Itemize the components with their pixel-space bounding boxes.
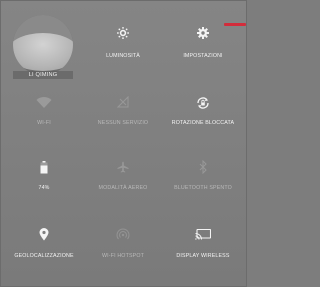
tile-settings[interactable]: IMPOSTAZIONI <box>163 7 243 85</box>
tile-label: LUMINOSITÀ <box>106 53 140 59</box>
tile-battery[interactable]: 74% <box>5 147 83 207</box>
tile-no-service[interactable]: NESSUN SERVIZIO <box>83 85 163 147</box>
tile-label: IMPOSTAZIONI <box>183 53 223 59</box>
cast-screen-icon <box>195 229 211 240</box>
tile-label: BLUETOOTH SPENTO <box>174 185 232 191</box>
tile-label: GEOLOCALIZZAZIONE <box>14 253 74 259</box>
rotation-lock-icon <box>196 96 210 110</box>
tile-label: ROTAZIONE BLOCCATA <box>171 120 235 126</box>
user-name: LI QIMING <box>13 71 73 79</box>
tile-label: WI-FI HOTSPOT <box>102 253 144 259</box>
bluetooth-icon <box>199 160 207 174</box>
tile-wifi[interactable]: WI-FI <box>5 85 83 147</box>
user-avatar <box>13 15 73 75</box>
tile-label: 74% <box>38 185 50 191</box>
tile-label: DISPLAY WIRELESS <box>176 253 230 259</box>
tile-bluetooth[interactable]: BLUETOOTH SPENTO <box>163 147 243 207</box>
tile-label: WI-FI <box>37 120 51 126</box>
battery-icon <box>40 161 48 174</box>
location-pin-icon <box>39 228 49 241</box>
tile-rotation-lock[interactable]: ROTAZIONE BLOCCATA <box>163 85 243 147</box>
tile-label: MODALITÀ AEREO <box>98 185 148 191</box>
quick-settings-panel: LI QIMING LUMINOSITÀ IMPOSTAZIONI WI-FI … <box>0 0 247 287</box>
wifi-icon <box>36 97 52 109</box>
brightness-icon <box>117 27 129 39</box>
tile-hotspot[interactable]: WI-FI HOTSPOT <box>83 207 163 283</box>
airplane-icon <box>117 161 129 173</box>
settings-gear-icon <box>197 27 209 39</box>
tile-wireless-display[interactable]: DISPLAY WIRELESS <box>163 207 243 283</box>
tile-brightness[interactable]: LUMINOSITÀ <box>83 7 163 85</box>
tile-label: NESSUN SERVIZIO <box>97 120 149 126</box>
hotspot-icon <box>116 228 130 240</box>
tile-airplane-mode[interactable]: MODALITÀ AEREO <box>83 147 163 207</box>
tile-location[interactable]: GEOLOCALIZZAZIONE <box>5 207 83 283</box>
no-signal-icon <box>117 96 129 108</box>
user-tile[interactable]: LI QIMING <box>5 7 83 85</box>
